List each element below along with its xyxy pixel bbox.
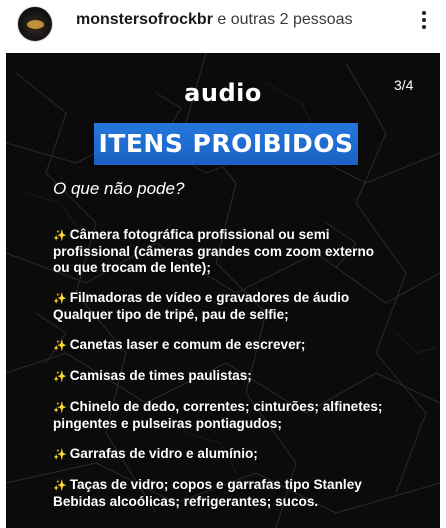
prohibited-item: ✨ Canetas laser e comum de escrever; [53, 337, 433, 354]
prohibited-item: ✨ Garrafas de vidro e alumínio; [53, 446, 433, 463]
sparkle-icon: ✨ [53, 340, 67, 352]
title-banner: ITENS PROIBIDOS [94, 123, 358, 165]
item-text-line: Taças de vidro; copos e garrafas tipo St… [69, 477, 362, 492]
sparkle-icon: ✨ [53, 449, 67, 461]
sparkle-icon: ✨ [53, 230, 67, 242]
item-text-line: Câmera fotográfica profissional ou semi [69, 227, 330, 242]
subtitle: O que não pode? [53, 179, 185, 198]
carousel-page-indicator: 3/4 [394, 77, 414, 93]
prohibited-item: ✨ Taças de vidro; copos e garrafas tipo S… [53, 477, 433, 510]
item-text-line: Camisas de times paulistas; [69, 368, 252, 383]
prohibited-item: ✨ Câmera fotográfica profissional ou semi… [53, 227, 433, 276]
item-text-line: ou que trocam de lente); [53, 260, 211, 275]
more-vertical-icon[interactable] [414, 9, 434, 33]
sparkle-icon: ✨ [53, 402, 67, 414]
header-text: monstersofrockbr e outras 2 pessoas [76, 9, 353, 31]
item-text-line: Canetas laser e comum de escrever; [69, 337, 306, 352]
item-text-line: Bebidas alcoólicas; refrigerantes; sucos… [53, 494, 319, 509]
item-text-line: pingentes e pulseiras pontiagudos; [53, 416, 282, 431]
post-header: monstersofrockbr e outras 2 pessoas [0, 0, 446, 46]
sparkle-icon: ✨ [53, 371, 67, 383]
sparkle-icon: ✨ [53, 480, 67, 492]
sparkle-icon: ✨ [53, 293, 67, 305]
prohibited-item: ✨ Filmadoras de vídeo e gravadores de áud… [53, 290, 433, 323]
profile-avatar[interactable] [17, 6, 53, 42]
audio-logo: audio [184, 79, 262, 107]
monsters-of-rock-logo-icon [27, 20, 44, 29]
prohibited-items-list: ✨ Câmera fotográfica profissional ou semi… [53, 227, 433, 524]
item-text-line: Filmadoras de vídeo e gravadores de áudi… [69, 290, 350, 305]
item-text-line: Qualquer tipo de tripé, pau de selfie; [53, 307, 289, 322]
item-text-line: Garrafas de vidro e alumínio; [69, 446, 258, 461]
item-text-line: profissional (câmeras grandes com zoom e… [53, 244, 375, 259]
post-image[interactable]: audio 3/4 ITENS PROIBIDOS O que não pode… [6, 53, 440, 528]
prohibited-item: ✨ Chinelo de dedo, correntes; cinturões; … [53, 399, 433, 432]
item-text-line: Chinelo de dedo, correntes; cinturões; a… [69, 399, 383, 414]
username-link[interactable]: monstersofrockbr [76, 11, 213, 28]
prohibited-item: ✨ Camisas de times paulistas; [53, 368, 433, 385]
collaborators-text[interactable]: e outras 2 pessoas [213, 11, 352, 28]
